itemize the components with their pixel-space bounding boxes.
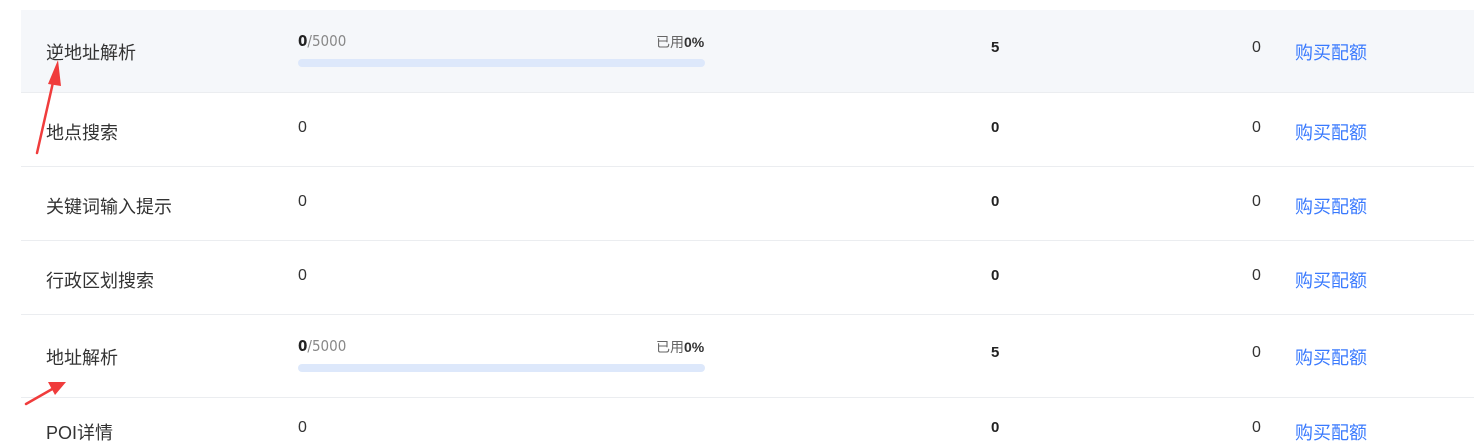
table-row: POI详情 0 0 0 购买配额 [21, 398, 1474, 445]
purchased-quota: 0 [1252, 419, 1261, 436]
service-name: 行政区划搜索 [46, 271, 154, 291]
buy-quota-link[interactable]: 购买配额 [1295, 193, 1367, 219]
usage-count: 0 [298, 267, 307, 284]
daily-limit: 0 [991, 119, 1000, 136]
usage-progress-bar [298, 59, 705, 67]
buy-quota-link[interactable]: 购买配额 [1295, 419, 1367, 445]
service-name: POI详情 [46, 423, 114, 443]
usage-percent: 已用0% [656, 339, 705, 355]
usage-progress-bar [298, 364, 705, 372]
service-name: 地址解析 [46, 348, 118, 368]
buy-quota-link[interactable]: 购买配额 [1295, 119, 1367, 145]
table-row: 地点搜索 0 0 0 购买配额 [21, 93, 1474, 167]
daily-limit: 5 [991, 39, 1000, 56]
daily-limit: 0 [991, 193, 1000, 210]
table-row: 地址解析 0/5000 已用0% 5 0 购买配额 [21, 315, 1474, 398]
usage-count: 0 [298, 193, 307, 210]
buy-quota-link[interactable]: 购买配额 [1295, 344, 1367, 370]
usage-count: 0/5000 [298, 337, 347, 355]
usage-count: 0 [298, 119, 307, 136]
purchased-quota: 0 [1252, 119, 1261, 136]
purchased-quota: 0 [1252, 39, 1261, 56]
daily-limit: 0 [991, 267, 1000, 284]
usage-count: 0 [298, 419, 307, 436]
table-row: 行政区划搜索 0 0 0 购买配额 [21, 241, 1474, 315]
usage-percent: 已用0% [656, 34, 705, 50]
purchased-quota: 0 [1252, 193, 1261, 210]
table-row: 逆地址解析 0/5000 已用0% 5 0 购买配额 [21, 10, 1474, 93]
service-name: 关键词输入提示 [46, 197, 172, 217]
service-name: 逆地址解析 [46, 43, 136, 63]
quota-table: 逆地址解析 0/5000 已用0% 5 0 购买配额 地点搜索 0 0 0 购买… [21, 10, 1474, 445]
buy-quota-link[interactable]: 购买配额 [1295, 267, 1367, 293]
usage-count: 0/5000 [298, 32, 347, 50]
service-name: 地点搜索 [46, 123, 118, 143]
daily-limit: 0 [991, 419, 1000, 436]
purchased-quota: 0 [1252, 267, 1261, 284]
purchased-quota: 0 [1252, 344, 1261, 361]
table-row: 关键词输入提示 0 0 0 购买配额 [21, 167, 1474, 241]
buy-quota-link[interactable]: 购买配额 [1295, 39, 1367, 65]
daily-limit: 5 [991, 344, 1000, 361]
